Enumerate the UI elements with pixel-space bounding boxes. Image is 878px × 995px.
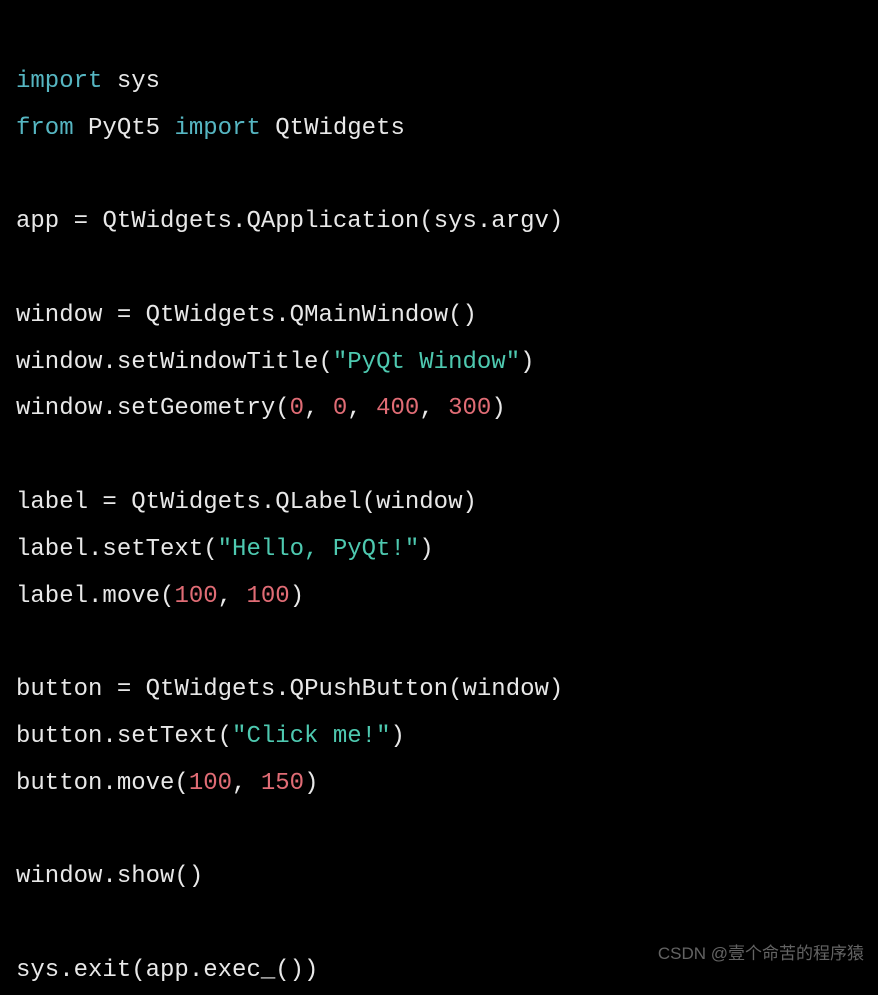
code-line-16: button.move(100, 150): [16, 770, 318, 797]
var-app: app: [16, 208, 59, 235]
keyword-from: from: [16, 115, 74, 142]
code-line-12: label.move(100, 100): [16, 583, 304, 610]
keyword-import: import: [174, 115, 260, 142]
code-line-2: from PyQt5 import QtWidgets: [16, 115, 405, 142]
code-line-15: button.setText("Click me!"): [16, 723, 405, 750]
code-line-14: button = QtWidgets.QPushButton(window): [16, 676, 563, 703]
code-block: import sys from PyQt5 import QtWidgets a…: [16, 12, 862, 995]
code-line-10: label = QtWidgets.QLabel(window): [16, 489, 477, 516]
code-line-1: import sys: [16, 68, 160, 95]
string-hello: "Hello, PyQt!": [218, 536, 420, 563]
string-title: "PyQt Window": [333, 349, 520, 376]
var-button: button: [16, 676, 102, 703]
string-click: "Click me!": [232, 723, 390, 750]
keyword-import: import: [16, 68, 102, 95]
var-window: window: [16, 302, 102, 329]
code-line-8: window.setGeometry(0, 0, 400, 300): [16, 395, 506, 422]
module-pyqt5: PyQt5: [88, 115, 160, 142]
code-line-4: app = QtWidgets.QApplication(sys.argv): [16, 208, 563, 235]
code-line-20: sys.exit(app.exec_()): [16, 957, 318, 984]
module-qtwidgets: QtWidgets: [275, 115, 405, 142]
code-line-11: label.setText("Hello, PyQt!"): [16, 536, 434, 563]
code-line-18: window.show(): [16, 863, 203, 890]
module-sys: sys: [117, 68, 160, 95]
watermark: CSDN @壹个命苦的程序猿: [658, 944, 864, 964]
code-line-6: window = QtWidgets.QMainWindow(): [16, 302, 477, 329]
code-line-7: window.setWindowTitle("PyQt Window"): [16, 349, 535, 376]
var-label: label: [16, 489, 88, 516]
